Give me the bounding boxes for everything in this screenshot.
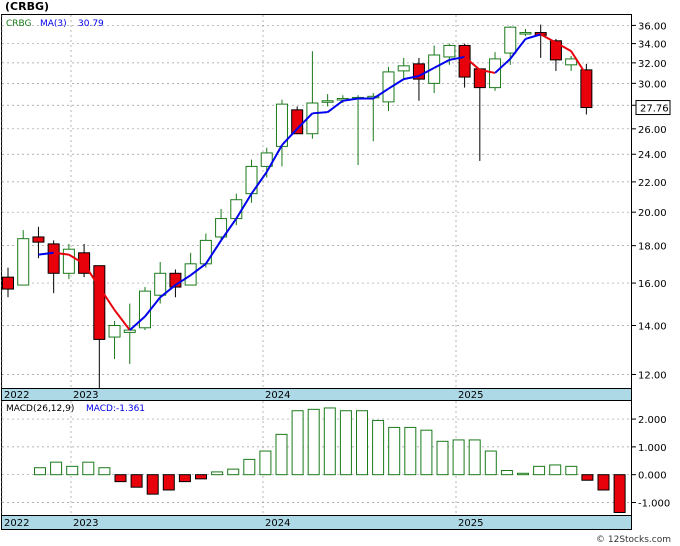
macd-bar bbox=[227, 468, 240, 476]
candle-body bbox=[138, 290, 151, 329]
macd-bar bbox=[130, 474, 143, 488]
macd-bar bbox=[420, 429, 433, 476]
price-tick-label: 36.00 bbox=[638, 21, 667, 32]
candle-body bbox=[123, 329, 136, 333]
macd-bar bbox=[34, 467, 46, 476]
macd-bar bbox=[484, 450, 497, 476]
macd-tick-label: 2.000 bbox=[638, 415, 667, 426]
candle-body bbox=[519, 32, 532, 35]
macd-bar bbox=[323, 407, 336, 476]
macd-bar bbox=[307, 408, 320, 476]
price-tick-label: 14.00 bbox=[638, 321, 667, 332]
ma-segment bbox=[312, 111, 328, 115]
macd-bar bbox=[339, 410, 352, 476]
price-tick-label: 12.00 bbox=[638, 370, 667, 381]
candle-body bbox=[565, 58, 578, 66]
candle-body bbox=[93, 265, 106, 340]
macd-bar bbox=[178, 474, 191, 483]
macd-bar bbox=[613, 474, 626, 513]
candle-body bbox=[154, 272, 167, 296]
macd-bar bbox=[500, 470, 513, 476]
macd-bar bbox=[533, 465, 546, 476]
macd-bar bbox=[356, 410, 368, 476]
candle-body bbox=[32, 236, 45, 243]
price-tick-label: 34.00 bbox=[638, 40, 667, 51]
macd-bar bbox=[581, 474, 594, 481]
macd-bar bbox=[549, 464, 562, 476]
candle bbox=[17, 230, 30, 286]
price-tick-label: 30.00 bbox=[638, 79, 667, 90]
macd-bar bbox=[243, 458, 256, 476]
macd-bar bbox=[452, 439, 465, 476]
macd-bar bbox=[146, 474, 159, 495]
price-tick-label: 20.00 bbox=[638, 208, 667, 219]
x-tick-label: 2025 bbox=[458, 518, 483, 529]
macd-bar bbox=[195, 474, 207, 480]
candle-body bbox=[47, 243, 60, 274]
price-ma-value: 30.79 bbox=[78, 19, 104, 29]
macd-bar bbox=[291, 410, 304, 476]
macd-bar bbox=[259, 450, 272, 476]
candle-body bbox=[489, 58, 502, 89]
macd-bar bbox=[388, 426, 401, 476]
price-tick-label: 26.00 bbox=[638, 125, 667, 136]
macd-bar bbox=[372, 419, 385, 476]
macd-label: MACD(26,12,9) bbox=[6, 404, 74, 414]
macd-bar bbox=[436, 440, 449, 476]
macd-bar bbox=[98, 467, 111, 476]
price-tick-label: 24.00 bbox=[638, 150, 667, 161]
candle bbox=[580, 63, 593, 115]
candle-body bbox=[397, 65, 410, 72]
price-tick-label: 32.00 bbox=[638, 59, 667, 70]
candle-body bbox=[108, 324, 121, 338]
last-price-value: 27.76 bbox=[640, 104, 669, 115]
stock-chart: 36.0034.0032.0030.0028.0026.0024.0022.00… bbox=[1, 14, 671, 545]
macd-tick-label: -1.000 bbox=[638, 498, 670, 509]
x-tick-label: 2022 bbox=[4, 390, 29, 401]
macd-bar bbox=[50, 461, 63, 476]
macd-bar bbox=[597, 474, 610, 491]
candle-body bbox=[2, 276, 14, 290]
macd-bar bbox=[82, 461, 95, 476]
x-tick-label: 2025 bbox=[458, 390, 483, 401]
candle-body bbox=[199, 239, 212, 265]
x-tick-label: 2024 bbox=[265, 518, 290, 529]
macd-bar bbox=[114, 474, 127, 483]
macd-bar bbox=[66, 465, 79, 476]
candle-body bbox=[473, 68, 486, 89]
macd-tick-label: 1.000 bbox=[638, 443, 667, 454]
macd-bar bbox=[211, 471, 224, 476]
price-ticker-label: CRBG bbox=[6, 19, 32, 29]
watermark: © 12Stocks.com bbox=[596, 535, 671, 545]
macd-bar bbox=[404, 426, 417, 476]
price-tick-label: 16.00 bbox=[638, 279, 667, 290]
candle-body bbox=[321, 100, 334, 103]
x-tick-label: 2023 bbox=[73, 390, 98, 401]
candle-body bbox=[62, 248, 75, 274]
macd-bar bbox=[565, 465, 578, 476]
x-tick-label: 2024 bbox=[265, 390, 290, 401]
candle-body bbox=[443, 44, 456, 58]
macd-bar bbox=[468, 439, 481, 476]
x-tick-label: 2023 bbox=[73, 518, 98, 529]
price-tick-label: 22.00 bbox=[638, 178, 667, 189]
price-y-axis: 36.0034.0032.0030.0028.0026.0024.0022.00… bbox=[631, 21, 667, 381]
chart-title: (CRBG) bbox=[5, 0, 50, 13]
macd-y-axis: 2.000 1.000 0.000 -1.000 bbox=[631, 415, 670, 509]
candle-body bbox=[230, 199, 243, 220]
macd-value-label: MACD:-1.361 bbox=[86, 404, 145, 414]
candle-body bbox=[504, 26, 517, 54]
macd-bar bbox=[517, 472, 529, 476]
macd-tick-label: 0.000 bbox=[638, 471, 667, 482]
macd-bar bbox=[275, 433, 288, 476]
price-ma-label: MA(3) bbox=[40, 19, 67, 29]
price-tick-label: 18.00 bbox=[638, 242, 667, 253]
macd-bar bbox=[162, 474, 175, 491]
candle-body bbox=[17, 238, 30, 286]
candle-body bbox=[580, 69, 593, 109]
x-tick-label: 2022 bbox=[4, 518, 29, 529]
candle bbox=[138, 287, 151, 331]
